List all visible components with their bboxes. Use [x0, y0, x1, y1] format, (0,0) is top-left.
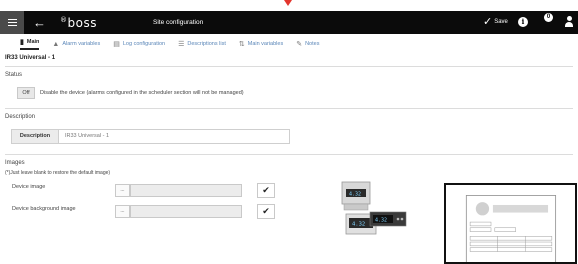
divider [5, 154, 573, 155]
tab-main[interactable]: ▮ Main [20, 38, 40, 50]
divider [5, 108, 573, 109]
svg-text:4.32: 4.32 [349, 192, 361, 198]
device-bg-image-browse-button[interactable]: ... [115, 205, 130, 218]
description-field-label: Description [12, 130, 59, 143]
check-icon: ✓ [483, 16, 493, 28]
description-input[interactable]: IR33 Universal - 1 [59, 130, 289, 143]
description-field[interactable]: Description IR33 Universal - 1 [11, 129, 290, 144]
divider [5, 66, 573, 67]
background-layout-preview [444, 183, 577, 264]
hamburger-icon [7, 19, 17, 26]
svg-text:4.32: 4.32 [375, 218, 387, 224]
device-image-preview: 4.32 4.32 4.32 [341, 181, 407, 235]
device-icon: ▮ [20, 39, 24, 46]
tab-alarm-variables[interactable]: ▲ Alarm variables [52, 41, 100, 48]
toggle-description: Disable the device (alarms configured in… [40, 90, 244, 96]
images-heading: Images [5, 160, 25, 166]
device-bg-image-label: Device background image [12, 206, 76, 212]
save-button[interactable]: ✓ Save [483, 11, 508, 34]
top-bar: ← ®boss Site configuration ✓ Save i 0 [0, 11, 578, 34]
svg-text:4.32: 4.32 [352, 222, 365, 228]
alarm-icon: ▲ [52, 40, 60, 48]
device-image-label: Device image [12, 184, 46, 190]
device-name: IR33 Universal - 1 [5, 55, 56, 61]
tab-main-variables[interactable]: ⇅ Main variables [239, 40, 283, 48]
back-arrow-icon[interactable]: ← [33, 11, 46, 34]
check-icon: ✔ [262, 206, 270, 216]
device-image-confirm-button[interactable]: ✔ [257, 183, 275, 198]
tab-bar: ▮ Main ▲ Alarm variables ▤ Log configuratio… [0, 36, 578, 52]
notification-badge[interactable]: 0 [544, 13, 553, 22]
info-icon[interactable]: i [518, 17, 528, 27]
images-note: (*)Just leave blank to restore the defau… [5, 170, 111, 176]
log-icon: ▤ [113, 41, 120, 48]
top-marker [284, 0, 292, 6]
menu-button[interactable] [0, 11, 24, 34]
check-icon: ✔ [262, 185, 270, 195]
page-title: Site configuration [153, 19, 204, 26]
disable-toggle[interactable]: Off [17, 87, 35, 99]
device-image-field[interactable] [130, 184, 242, 197]
app-logo: ®boss [60, 15, 97, 30]
save-label: Save [494, 19, 508, 25]
status-heading: Status [5, 72, 23, 78]
tab-notes[interactable]: ✎ Notes [296, 40, 319, 48]
device-bg-image-field[interactable] [130, 205, 242, 218]
device-image-browse-button[interactable]: ... [115, 184, 130, 197]
tab-log-configuration[interactable]: ▤ Log configuration [113, 40, 165, 48]
device-bg-image-confirm-button[interactable]: ✔ [257, 204, 275, 219]
variables-icon: ⇅ [238, 41, 245, 48]
user-icon[interactable] [565, 16, 573, 28]
list-icon: ☰ [178, 41, 185, 48]
description-heading: Description [5, 114, 36, 120]
tab-descriptions-list[interactable]: ☰ Descriptions list [178, 40, 226, 48]
notes-icon: ✎ [296, 41, 303, 48]
